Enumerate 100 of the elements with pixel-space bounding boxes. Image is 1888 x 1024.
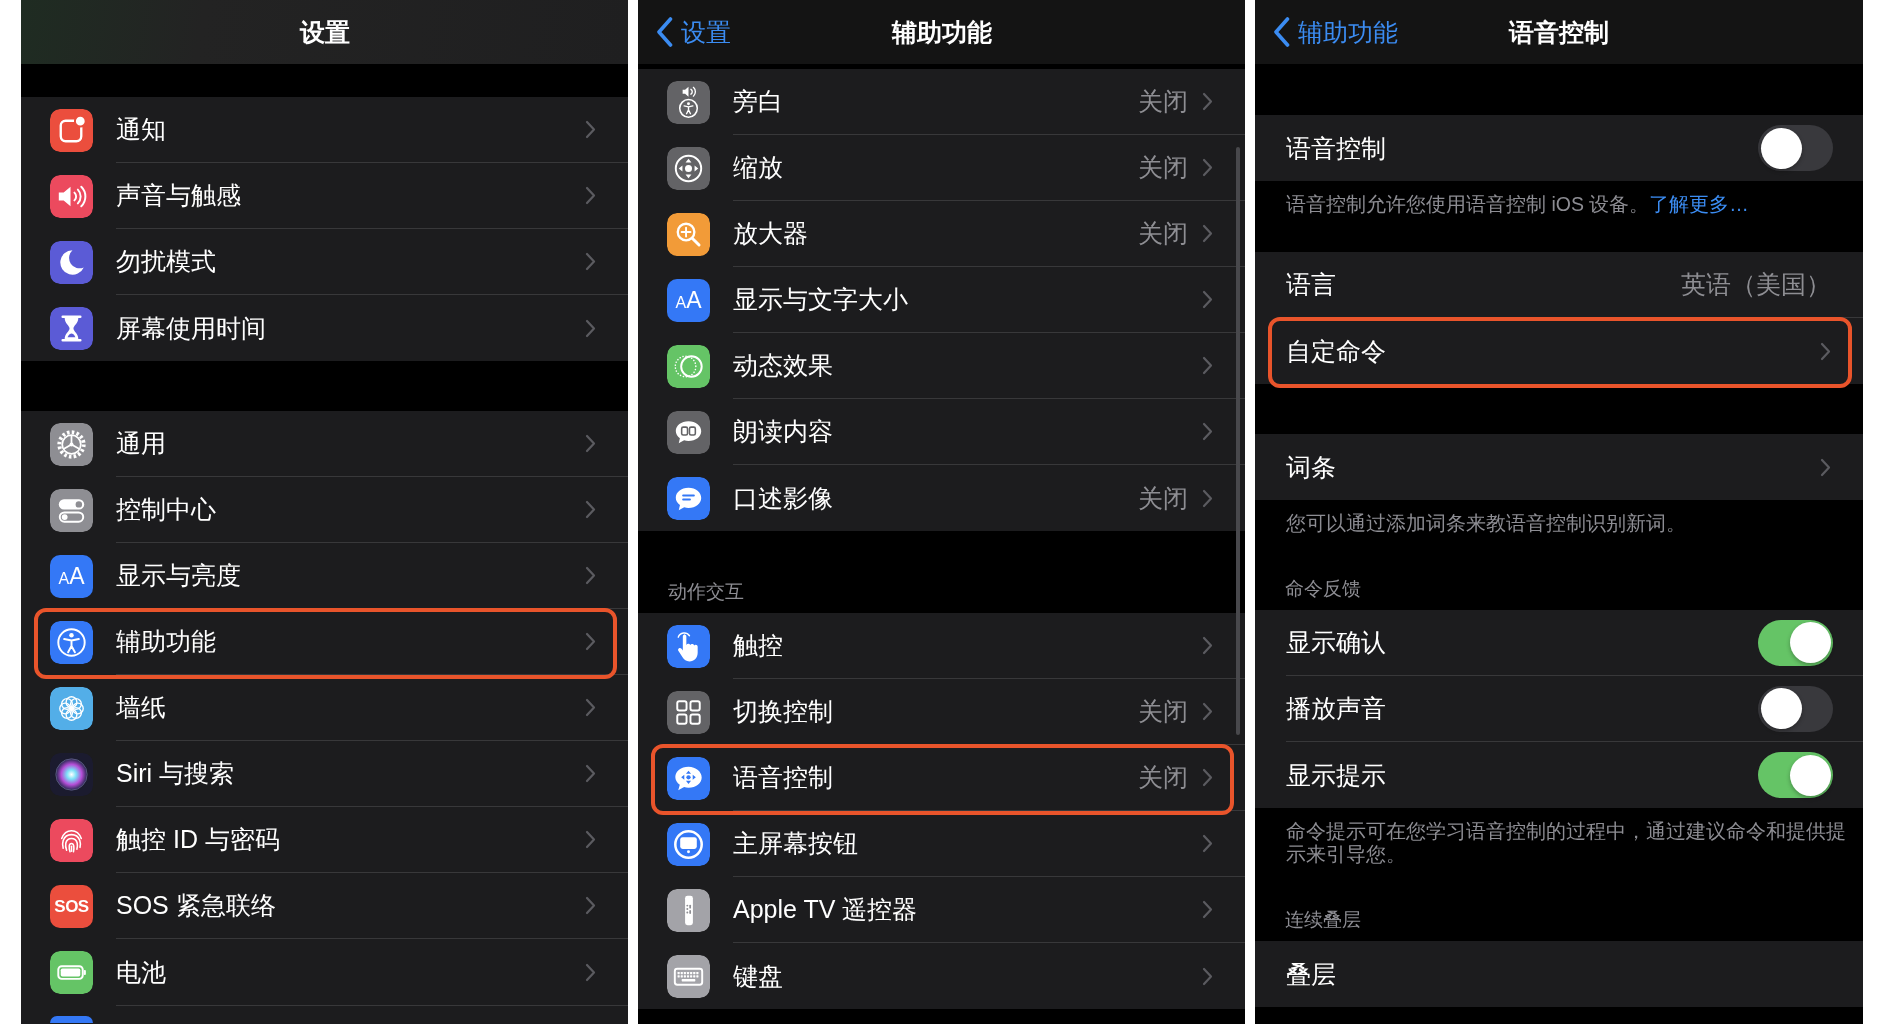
learn-more-link[interactable]: 了解更多…: [1649, 193, 1749, 215]
section-footer: 语音控制允许您使用语音控制 iOS 设备。了解更多…: [1255, 181, 1863, 216]
settings-row[interactable]: 通用: [21, 411, 628, 477]
chevron-right-icon: [1202, 92, 1213, 111]
chevron-right-icon: [1202, 422, 1213, 441]
settings-row[interactable]: 声音与触感: [21, 163, 628, 229]
sos-icon: SOS: [50, 884, 93, 928]
settings-row[interactable]: 屏幕使用时间: [21, 295, 628, 361]
remote-icon: [667, 888, 710, 932]
chevron-right-icon: [1202, 900, 1213, 919]
toggles-icon: [50, 488, 93, 532]
chevron-right-icon: [585, 830, 596, 849]
moon-icon: [50, 240, 93, 284]
section-header: 命令反馈: [1284, 577, 1362, 601]
chevron-left-icon: [1273, 17, 1290, 47]
chevron-right-icon: [1202, 488, 1213, 508]
chevron-right-icon: [585, 434, 596, 453]
battery-icon: [50, 950, 93, 994]
settings-row[interactable]: 朗读内容: [638, 399, 1245, 465]
settings-row[interactable]: Apple TV 遥控器: [638, 877, 1245, 943]
settings-row[interactable]: 缩放 关闭: [638, 135, 1245, 201]
chevron-right-icon: [1202, 966, 1213, 986]
chevron-right-icon: [1820, 341, 1831, 361]
setting-label: 播放声音: [1286, 693, 1386, 724]
chevron-right-icon: [1202, 356, 1213, 375]
settings-row[interactable]: 语言 英语（美国）: [1255, 252, 1863, 318]
settings-row[interactable]: Siri 与搜索: [21, 741, 628, 807]
chevron-right-icon: [585, 186, 596, 205]
text-size-icon: AA: [667, 278, 710, 322]
settings-row[interactable]: SOS SOS 紧急联络: [21, 873, 628, 939]
section-header: 连续叠层: [1284, 908, 1362, 932]
status-value: 英语（美国）: [1681, 269, 1831, 300]
settings-row[interactable]: AA 显示与文字大小: [638, 267, 1245, 333]
section-footer: 您可以通过添加词条来教语音控制识别新词。: [1255, 500, 1863, 535]
chevron-right-icon: [1820, 457, 1831, 477]
section-header: 动作交互: [667, 580, 745, 604]
status-value: 关闭: [1138, 86, 1188, 117]
back-button[interactable]: 辅助功能: [1273, 12, 1398, 52]
dial-icon: [667, 146, 710, 190]
speaker-person-icon: [667, 80, 710, 124]
setting-label: 叠层: [1286, 958, 1336, 990]
settings-row[interactable]: 控制中心: [21, 477, 628, 543]
chevron-right-icon: [585, 698, 596, 717]
chat-bubble-icon: [667, 756, 710, 800]
zoom-in-icon: [667, 212, 710, 256]
nav-title: 辅助功能: [891, 16, 992, 48]
back-button[interactable]: 设置: [656, 12, 731, 52]
circles-icon: [667, 344, 710, 388]
section-footer: 命令提示可在您学习语音控制的过程中，通过建议命令和提供提示来引导您。: [1255, 808, 1863, 866]
settings-row[interactable]: 墙纸: [21, 675, 628, 741]
settings-row[interactable]: 触控 ID 与密码: [21, 807, 628, 873]
tile-icon: [50, 1016, 93, 1023]
toggle-switch[interactable]: [1758, 752, 1833, 798]
settings-row[interactable]: 动态效果: [638, 333, 1245, 399]
chat-lines-icon: [667, 476, 710, 520]
fingerprint-icon: [50, 818, 93, 862]
grid-icon: [667, 690, 710, 734]
settings-row[interactable]: 通知: [21, 97, 628, 163]
setting-label: 显示确认: [1286, 627, 1386, 658]
setting-label: 显示提示: [1286, 759, 1386, 791]
flower-icon: [50, 686, 93, 730]
chevron-right-icon: [1202, 290, 1213, 309]
chevron-right-icon: [1202, 834, 1213, 853]
settings-row[interactable]: 主屏幕按钮: [638, 811, 1245, 877]
chevron-right-icon: [585, 632, 596, 651]
nav-title: 语音控制: [1509, 16, 1609, 48]
toggle-switch[interactable]: [1758, 619, 1833, 666]
chevron-right-icon: [1202, 768, 1213, 787]
keyboard-icon: [667, 954, 710, 998]
settings-row[interactable]: 旁白 关闭: [638, 69, 1245, 135]
gear-icon: [50, 422, 93, 466]
settings-row[interactable]: 电池: [21, 939, 628, 1005]
settings-row[interactable]: 勿扰模式: [21, 229, 628, 295]
status-value: 关闭: [1138, 218, 1188, 249]
home-button-icon: [667, 822, 710, 866]
settings-row[interactable]: 切换控制 关闭: [638, 679, 1245, 745]
settings-row[interactable]: 触控: [638, 613, 1245, 679]
orb-icon: [50, 752, 93, 796]
status-value: 关闭: [1138, 152, 1188, 183]
chevron-right-icon: [1202, 702, 1213, 721]
settings-row[interactable]: 口述影像 关闭: [638, 465, 1245, 531]
settings-row[interactable]: 词条: [1255, 434, 1863, 500]
accessibility-icon: [50, 620, 93, 664]
chevron-right-icon: [585, 500, 596, 519]
settings-row[interactable]: 键盘: [638, 943, 1245, 1009]
chevron-right-icon: [1202, 636, 1213, 655]
chevron-right-icon: [1202, 224, 1213, 243]
hourglass-icon: [50, 306, 93, 350]
toggle-switch[interactable]: [1758, 125, 1833, 171]
hand-icon: [667, 624, 710, 668]
setting-label: 语音控制: [1286, 132, 1386, 164]
toggle-switch[interactable]: [1758, 685, 1833, 732]
settings-row[interactable]: 放大器 关闭: [638, 201, 1245, 267]
settings-row[interactable]: AA 显示与亮度: [21, 543, 628, 609]
status-value: 关闭: [1138, 696, 1188, 727]
speech-bubble-icon: [667, 410, 710, 454]
chevron-right-icon: [585, 318, 596, 338]
status-value: 关闭: [1138, 762, 1188, 793]
chevron-right-icon: [585, 896, 596, 915]
chevron-right-icon: [585, 764, 596, 783]
